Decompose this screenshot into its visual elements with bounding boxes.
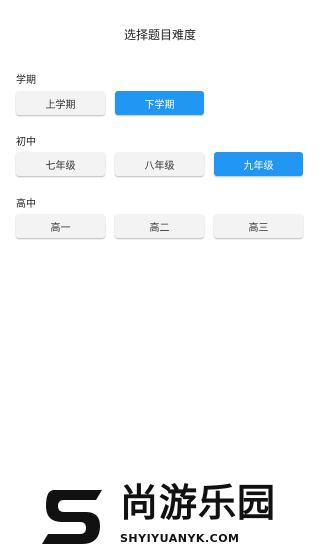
option-second-semester[interactable]: 下学期 <box>115 91 204 115</box>
section-label-senior-high: 高中 <box>16 199 36 210</box>
option-senior-3[interactable]: 高三 <box>214 214 303 238</box>
option-grade-9[interactable]: 九年级 <box>214 152 303 176</box>
page-title: 选择题目难度 <box>123 28 196 42</box>
watermark-url: SHYIYUANYK.COM <box>120 532 240 545</box>
option-senior-2[interactable]: 高二 <box>115 214 204 238</box>
section-label-semester: 学期 <box>16 75 36 86</box>
option-senior-1[interactable]: 高一 <box>16 214 105 238</box>
watermark: 尚游乐园 SHYIYUANYK.COM <box>40 478 320 552</box>
section-label-junior-high: 初中 <box>16 137 36 148</box>
option-grade-7[interactable]: 七年级 <box>16 152 105 176</box>
option-grade-8[interactable]: 八年级 <box>115 152 204 176</box>
option-first-semester[interactable]: 上学期 <box>16 91 105 115</box>
brand-logo-icon <box>42 490 102 544</box>
watermark-brand-text: 尚游乐园 <box>120 481 277 525</box>
